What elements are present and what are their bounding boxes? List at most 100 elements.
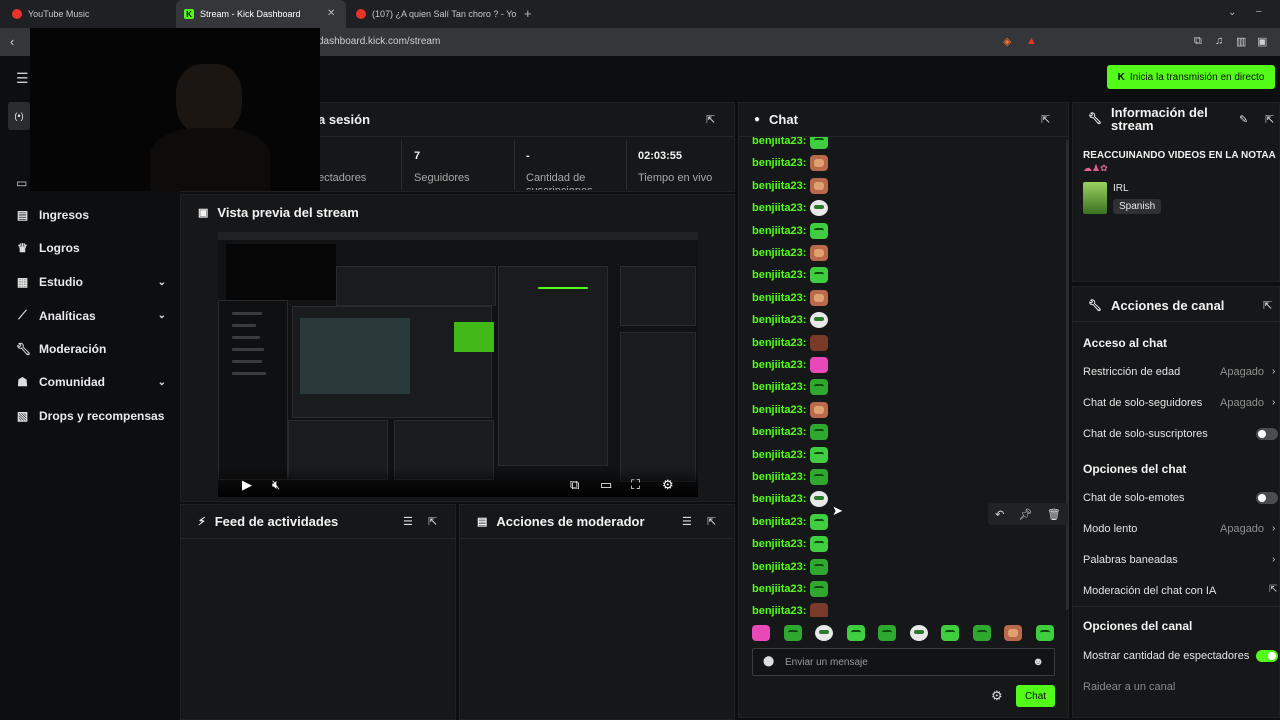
expand-icon[interactable]: ⇱	[1041, 113, 1050, 126]
chat-message[interactable]: benjiita23:	[752, 401, 829, 419]
chat-message-input[interactable]: ⬤ Enviar un mensaje ☻	[752, 648, 1055, 676]
expand-icon[interactable]: ⇱	[428, 515, 437, 528]
chat-message[interactable]: benjiita23:	[752, 446, 829, 464]
chat-message[interactable]: benjiita23:	[752, 222, 829, 240]
play-icon[interactable]: ▶	[242, 477, 252, 493]
expand-icon[interactable]: ⇱	[707, 515, 716, 528]
brave-rewards-icon[interactable]: ▲	[1026, 35, 1037, 47]
close-tab-icon[interactable]: ✕	[327, 8, 335, 19]
expand-icon[interactable]: ⇱	[1265, 113, 1274, 126]
chat-message[interactable]: benjiita23:	[752, 244, 829, 262]
wallet-icon[interactable]: ▣	[1257, 35, 1267, 48]
chat-message[interactable]: benjiita23:	[752, 356, 829, 374]
pin-icon[interactable]: 📌︎	[1019, 508, 1033, 521]
expand-icon[interactable]: ⇱	[706, 113, 715, 126]
extensions-icon[interactable]: ⧉	[1194, 35, 1202, 48]
chat-username[interactable]: benjiita23:	[752, 292, 806, 304]
chat-message[interactable]: benjiita23:	[752, 602, 829, 617]
chat-message-list[interactable]: benjiita23: benjiita23: benjiita23: benjiit…	[738, 137, 1069, 617]
chat-message[interactable]: benjiita23:	[752, 137, 829, 150]
dashboard-icon[interactable]: ▭	[16, 176, 27, 190]
expand-icon[interactable]: ⇱	[1263, 299, 1272, 312]
chat-message[interactable]: benjiita23:	[752, 423, 829, 441]
back-icon[interactable]: ‹	[10, 34, 14, 49]
emote-picker-icon[interactable]	[846, 625, 865, 641]
picture-in-picture-icon[interactable]: ⧉	[570, 477, 579, 493]
show-viewers-toggle[interactable]	[1256, 650, 1278, 662]
emote-picker-icon[interactable]	[752, 625, 770, 641]
tab-youtube-music[interactable]: YouTube Music	[4, 0, 174, 28]
slow-mode-row[interactable]: Modo lento Apagado ›	[1072, 517, 1280, 541]
banned-words-row[interactable]: Palabras baneadas ›	[1072, 548, 1280, 572]
chat-username[interactable]: benjiita23:	[752, 516, 806, 528]
delete-icon[interactable]: 🗑︎	[1047, 508, 1061, 521]
chat-identity-icon[interactable]: ⬤	[763, 656, 774, 667]
chat-username[interactable]: benjiita23:	[752, 561, 806, 573]
chat-message[interactable]: benjiita23:	[752, 289, 829, 307]
sidebar-toggle-icon[interactable]: ▥	[1236, 35, 1246, 48]
chat-username[interactable]: benjiita23:	[752, 493, 806, 505]
chat-username[interactable]: benjiita23:	[752, 337, 806, 349]
stream-nav-icon[interactable]: (•)	[8, 102, 30, 130]
chat-message[interactable]: benjiita23:	[752, 266, 829, 284]
mute-icon[interactable]: 🔇︎	[272, 477, 280, 493]
chat-username[interactable]: benjiita23:	[752, 471, 806, 483]
emote-picker-icon[interactable]	[972, 625, 991, 641]
chat-message[interactable]: benjiita23:	[752, 513, 829, 531]
new-tab-icon[interactable]: +	[524, 6, 532, 21]
chat-settings-icon[interactable]: ⚙	[991, 688, 1003, 704]
sidebar-item-analiticas[interactable]: ⟋ Analíticas ⌄	[16, 308, 166, 323]
chat-username[interactable]: benjiita23:	[752, 180, 806, 192]
chat-username[interactable]: benjiita23:	[752, 137, 806, 147]
reply-icon[interactable]: ↶	[995, 508, 1004, 521]
chat-message[interactable]: benjiita23:	[752, 154, 829, 172]
chat-message[interactable]: benjiita23:	[752, 580, 829, 598]
settings-icon[interactable]: ⚙	[662, 477, 674, 493]
subscribers-only-toggle[interactable]	[1256, 428, 1278, 440]
raid-channel-row[interactable]: Raidear a un canal	[1072, 675, 1280, 699]
edit-icon[interactable]: ✎	[1239, 113, 1248, 126]
category-name[interactable]: IRL	[1113, 183, 1129, 194]
music-icon[interactable]: ♫	[1215, 35, 1223, 47]
chat-message[interactable]: benjiita23:	[752, 490, 829, 508]
chat-username[interactable]: benjiita23:	[752, 381, 806, 393]
chat-username[interactable]: benjiita23:	[752, 404, 806, 416]
minimize-icon[interactable]: –	[1256, 6, 1262, 17]
chat-username[interactable]: benjiita23:	[752, 538, 806, 550]
theater-icon[interactable]: ▭	[600, 477, 612, 493]
chat-username[interactable]: benjiita23:	[752, 247, 806, 259]
sidebar-item-comunidad[interactable]: ☗ Comunidad ⌄	[16, 375, 166, 389]
chat-username[interactable]: benjiita23:	[752, 583, 806, 595]
fullscreen-icon[interactable]: ⛶	[631, 477, 640, 493]
chat-username[interactable]: benjiita23:	[752, 202, 806, 214]
chat-scrollbar[interactable]	[1066, 140, 1069, 610]
emote-picker-icon[interactable]	[878, 625, 896, 641]
chat-username[interactable]: benjiita23:	[752, 314, 806, 326]
stream-preview-video[interactable]	[218, 232, 698, 497]
chat-username[interactable]: benjiita23:	[752, 605, 806, 617]
chat-username[interactable]: benjiita23:	[752, 449, 806, 461]
tab-kick-dashboard[interactable]: K Stream - Kick Dashboard	[176, 0, 346, 28]
sidebar-item-moderacion[interactable]: 🔧︎ Moderación	[16, 342, 166, 356]
go-live-button[interactable]: K Inicia la transmisión en directo	[1107, 65, 1275, 89]
tab-list-icon[interactable]: ⌄	[1228, 7, 1236, 18]
filter-icon[interactable]: ☰	[682, 515, 692, 528]
emote-picker-icon[interactable]	[1004, 625, 1022, 641]
menu-icon[interactable]: ☰	[16, 70, 29, 87]
followers-only-row[interactable]: Chat de solo-seguidores Apagado ›	[1072, 391, 1280, 415]
chat-username[interactable]: benjiita23:	[752, 157, 806, 169]
chat-message[interactable]: benjiita23:	[752, 558, 829, 576]
emoji-icon[interactable]: ☻	[1032, 656, 1044, 668]
emote-picker-icon[interactable]	[815, 625, 833, 641]
chat-message[interactable]: benjiita23:	[752, 468, 829, 486]
age-restriction-row[interactable]: Restricción de edad Apagado ›	[1072, 360, 1280, 384]
chat-message[interactable]: benjiita23:	[752, 334, 829, 352]
tab-youtube-video[interactable]: (107) ¿A quien Salí Tan choro ? - YouT	[348, 0, 516, 28]
chat-username[interactable]: benjiita23:	[752, 225, 806, 237]
chat-send-button[interactable]: Chat	[1016, 685, 1055, 707]
chat-message[interactable]: benjiita23:	[752, 311, 829, 329]
url-text[interactable]: dashboard.kick.com/stream	[318, 36, 440, 47]
sidebar-item-ingresos[interactable]: ▤ Ingresos	[16, 208, 166, 222]
emote-picker-icon[interactable]	[1035, 625, 1054, 641]
chat-message[interactable]: benjiita23:	[752, 199, 829, 217]
